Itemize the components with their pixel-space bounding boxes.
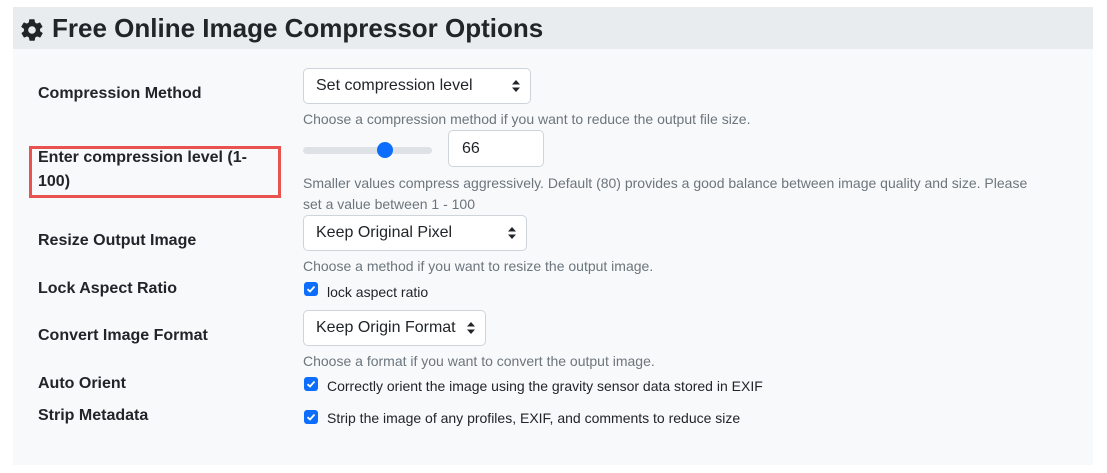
- compression-method-label: Compression Method: [38, 85, 202, 102]
- strip-metadata-label: Strip Metadata: [38, 407, 149, 424]
- slider-track: [303, 147, 432, 154]
- lock-aspect-label: Lock Aspect Ratio: [38, 280, 177, 297]
- select-caret-icon: [508, 227, 516, 239]
- compression-method-selected: Set compression level: [316, 77, 473, 94]
- lock-aspect-checkbox[interactable]: [304, 282, 318, 296]
- compression-level-slider[interactable]: [303, 142, 432, 158]
- convert-format-select[interactable]: Keep Origin Format: [303, 310, 486, 346]
- resize-label: Resize Output Image: [38, 232, 197, 249]
- check-icon: [306, 380, 316, 388]
- auto-orient-label: Auto Orient: [38, 375, 126, 392]
- convert-format-help: Choose a format if you want to convert t…: [303, 353, 655, 369]
- lock-aspect-checkbox-label[interactable]: lock aspect ratio: [327, 282, 428, 302]
- convert-format-selected: Keep Origin Format: [316, 319, 456, 336]
- resize-help: Choose a method if you want to resize th…: [303, 258, 654, 274]
- select-caret-icon: [467, 322, 475, 334]
- slider-thumb[interactable]: [377, 142, 394, 158]
- strip-metadata-checkbox[interactable]: [304, 410, 318, 424]
- page-title: Free Online Image Compressor Options: [52, 13, 544, 43]
- gear-icon: [21, 19, 43, 41]
- compression-method-select[interactable]: Set compression level: [303, 68, 531, 104]
- panel-header: Free Online Image Compressor Options: [13, 7, 1093, 49]
- resize-select[interactable]: Keep Original Pixel: [303, 215, 527, 251]
- compression-level-input[interactable]: 66: [448, 130, 544, 167]
- strip-metadata-checkbox-label[interactable]: Strip the image of any profiles, EXIF, a…: [327, 408, 740, 428]
- check-icon: [306, 285, 316, 293]
- convert-format-label: Convert Image Format: [38, 327, 208, 344]
- options-panel: Free Online Image Compressor Options Com…: [13, 7, 1093, 465]
- auto-orient-checkbox-label[interactable]: Correctly orient the image using the gra…: [327, 376, 763, 396]
- check-icon: [306, 413, 316, 421]
- resize-selected: Keep Original Pixel: [316, 224, 453, 241]
- auto-orient-checkbox[interactable]: [304, 377, 318, 391]
- compression-level-help: Smaller values compress aggressively. De…: [303, 175, 1028, 212]
- compression-method-help: Choose a compression method if you want …: [303, 111, 751, 127]
- select-caret-icon: [512, 80, 520, 92]
- compression-level-highlight: [29, 146, 281, 198]
